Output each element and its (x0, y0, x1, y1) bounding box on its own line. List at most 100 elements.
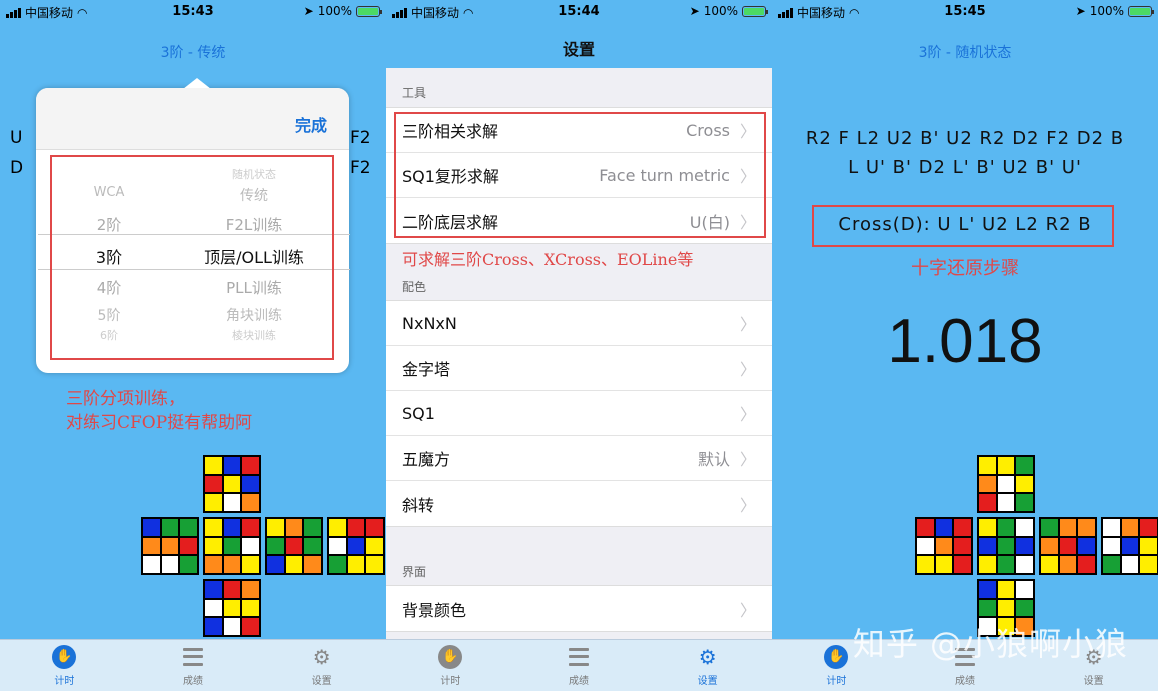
timer-display[interactable]: 1.018 (772, 306, 1158, 377)
tab-timer[interactable]: ✋ 计时 (0, 640, 129, 691)
sticker (1041, 519, 1058, 536)
sticker (205, 618, 222, 635)
sticker (223, 537, 241, 555)
sticker (223, 519, 241, 536)
settings-group-interface: 背景颜色 〉 (386, 585, 772, 632)
sticker (1059, 537, 1077, 555)
puzzle-type-title[interactable]: 3阶 - 传统 (0, 42, 386, 62)
tab-label: 计时 (54, 675, 75, 687)
annotation-line-1: 三阶分项训练， (66, 389, 185, 409)
hand-icon: ✋ (438, 644, 463, 669)
sticker (304, 556, 321, 573)
gear-icon: ⚙ (312, 644, 331, 669)
sticker (242, 494, 259, 511)
sticker (242, 581, 259, 598)
sticker (1059, 519, 1077, 536)
setting-value: 默认 (697, 450, 730, 469)
tab-label: 成绩 (183, 675, 203, 687)
puzzle-type-title[interactable]: 3阶 - 随机状态 (772, 42, 1158, 62)
sticker (205, 599, 222, 617)
sticker (205, 457, 222, 474)
screen-timer-traditional: 中国移动 ◠ 15:43 ➤ 100% 3阶 - 传统 U D F2 F2 完成 W… (0, 0, 386, 691)
cube-face-R (265, 517, 323, 575)
sticker (1078, 519, 1095, 536)
sticker (285, 519, 303, 536)
scramble-left-2: D (10, 158, 24, 178)
sticker (242, 457, 259, 474)
sticker (267, 556, 284, 573)
tab-label: 成绩 (569, 675, 589, 687)
tab-label: 成绩 (955, 675, 975, 687)
sticker (917, 537, 934, 555)
cube-face-B (327, 517, 385, 575)
sticker (304, 537, 321, 555)
setting-skewb[interactable]: 斜转 〉 (386, 481, 772, 526)
sticker (1041, 556, 1058, 573)
chevron-right-icon: 〉 (739, 600, 756, 620)
sticker (242, 519, 259, 536)
cube-face-L (141, 517, 199, 575)
sticker (997, 599, 1015, 617)
cube-face-U (977, 455, 1035, 513)
cross-solution: Cross(D): U L' U2 L2 R2 B (838, 214, 1092, 235)
sticker (329, 537, 346, 555)
page-title: 设置 (562, 40, 595, 59)
tab-label: 设置 (311, 675, 332, 687)
setting-pyraminx[interactable]: 金字塔 〉 (386, 346, 772, 391)
tab-timer[interactable]: ✋ 计时 (386, 640, 515, 691)
sticker (242, 475, 259, 493)
sticker (205, 519, 222, 536)
tab-results[interactable]: 成绩 (515, 640, 644, 691)
sticker (935, 556, 953, 573)
sticker (180, 519, 197, 536)
setting-label: 五魔方 (402, 450, 451, 469)
sticker (997, 475, 1015, 493)
location-icon: ➤ (303, 4, 314, 18)
battery-icon (1128, 5, 1154, 17)
sticker (1016, 475, 1033, 493)
tab-bar: ✋ 计时 成绩 ⚙ 设置 (386, 639, 772, 691)
sticker (366, 556, 383, 573)
highlight-box (394, 112, 766, 238)
tab-settings[interactable]: ⚙ 设置 (643, 640, 772, 691)
location-icon: ➤ (1075, 4, 1086, 18)
tab-settings[interactable]: ⚙ 设置 (257, 640, 386, 691)
cube-face-D (203, 579, 261, 637)
sticker (205, 475, 222, 493)
sticker (143, 556, 160, 573)
setting-label: SQ1 (402, 403, 435, 423)
sticker (1016, 537, 1033, 555)
sticker (1078, 537, 1095, 555)
sticker (954, 556, 971, 573)
tab-bar: ✋ 计时 成绩 ⚙ 设置 (0, 639, 386, 691)
sticker (366, 537, 383, 555)
setting-nxnxn[interactable]: NxNxN 〉 (386, 301, 772, 346)
tab-results[interactable]: 成绩 (129, 640, 258, 691)
done-button[interactable]: 完成 (295, 112, 327, 136)
sticker (979, 599, 996, 617)
sticker (223, 475, 241, 493)
sticker (979, 537, 996, 555)
sticker (180, 556, 197, 573)
setting-sq1[interactable]: SQ1 〉 (386, 391, 772, 436)
sticker (935, 537, 953, 555)
sticker (267, 537, 284, 555)
section-header-interface: 界面 (402, 565, 427, 579)
gear-icon: ⚙ (698, 644, 717, 669)
setting-background-color[interactable]: 背景颜色 〉 (386, 586, 772, 631)
sticker (205, 537, 222, 555)
sticker (1140, 519, 1157, 536)
sticker (161, 519, 179, 536)
scramble-right-2: F2 (350, 158, 371, 178)
cube-face-F (203, 517, 261, 575)
setting-megaminx[interactable]: 五魔方 默认〉 (386, 436, 772, 481)
sticker (997, 519, 1015, 536)
sticker (223, 581, 241, 598)
scramble-line-2: L U' B' D2 L' B' U2 B' U' (848, 157, 1082, 178)
sticker (1041, 537, 1058, 555)
sticker (267, 519, 284, 536)
sticker (1103, 537, 1120, 555)
hand-icon: ✋ (52, 644, 77, 669)
setting-label: 斜转 (402, 495, 435, 515)
picker-header: 完成 (36, 88, 349, 150)
